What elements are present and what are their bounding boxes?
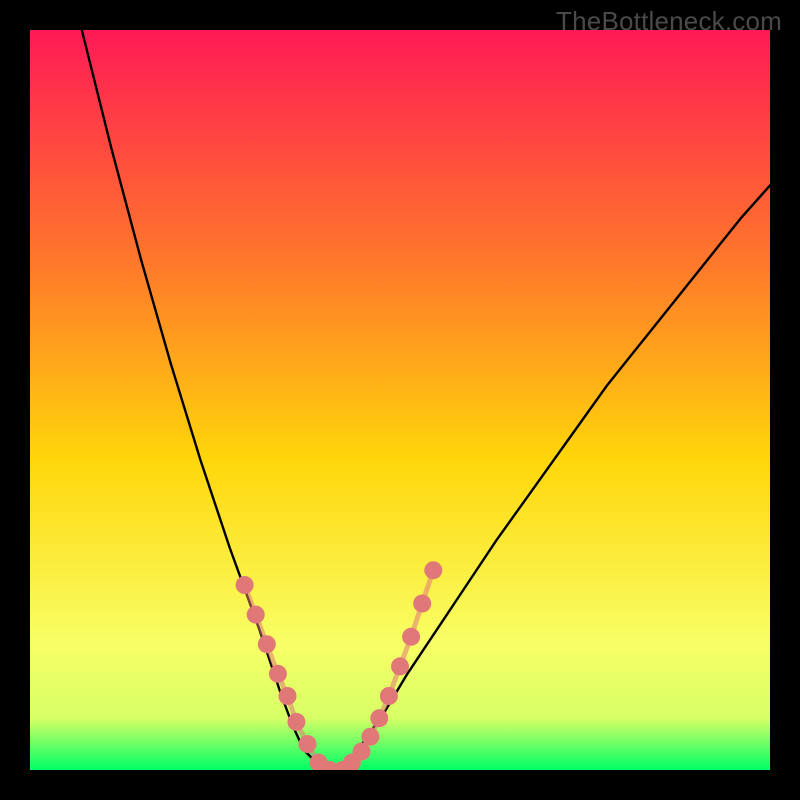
chart-canvas (30, 30, 770, 770)
marker-dot (391, 657, 409, 675)
marker-dot (424, 561, 442, 579)
marker-dot (236, 576, 254, 594)
marker-dot (287, 713, 305, 731)
marker-dot (370, 709, 388, 727)
marker-dot (380, 687, 398, 705)
marker-dot (361, 728, 379, 746)
bottleneck-chart (30, 30, 770, 770)
marker-dot (413, 595, 431, 613)
marker-dot (402, 628, 420, 646)
marker-dot (299, 735, 317, 753)
marker-dot (247, 606, 265, 624)
marker-dot (258, 635, 276, 653)
marker-dot (279, 687, 297, 705)
marker-dot (269, 665, 287, 683)
